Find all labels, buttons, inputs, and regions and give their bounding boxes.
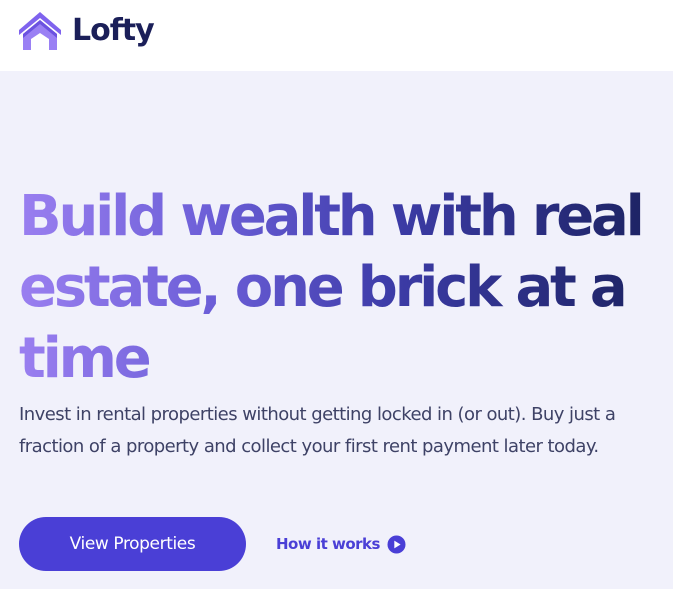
house-icon (19, 12, 61, 50)
hero-subcopy: Invest in rental properties without gett… (19, 404, 616, 457)
how-it-works-label: How it works (276, 535, 380, 553)
view-properties-button[interactable]: View Properties (19, 517, 246, 571)
site-header: Lofty (0, 0, 673, 71)
play-circle-icon (387, 535, 406, 553)
how-it-works-link[interactable]: How it works (276, 532, 406, 556)
logo-text: Lofty (72, 13, 155, 48)
hero-headline: Build wealth with real estate, one brick… (19, 181, 669, 394)
hero-section: Build wealth with real estate, one brick… (0, 71, 673, 589)
logo-link[interactable]: Lofty (18, 11, 155, 51)
